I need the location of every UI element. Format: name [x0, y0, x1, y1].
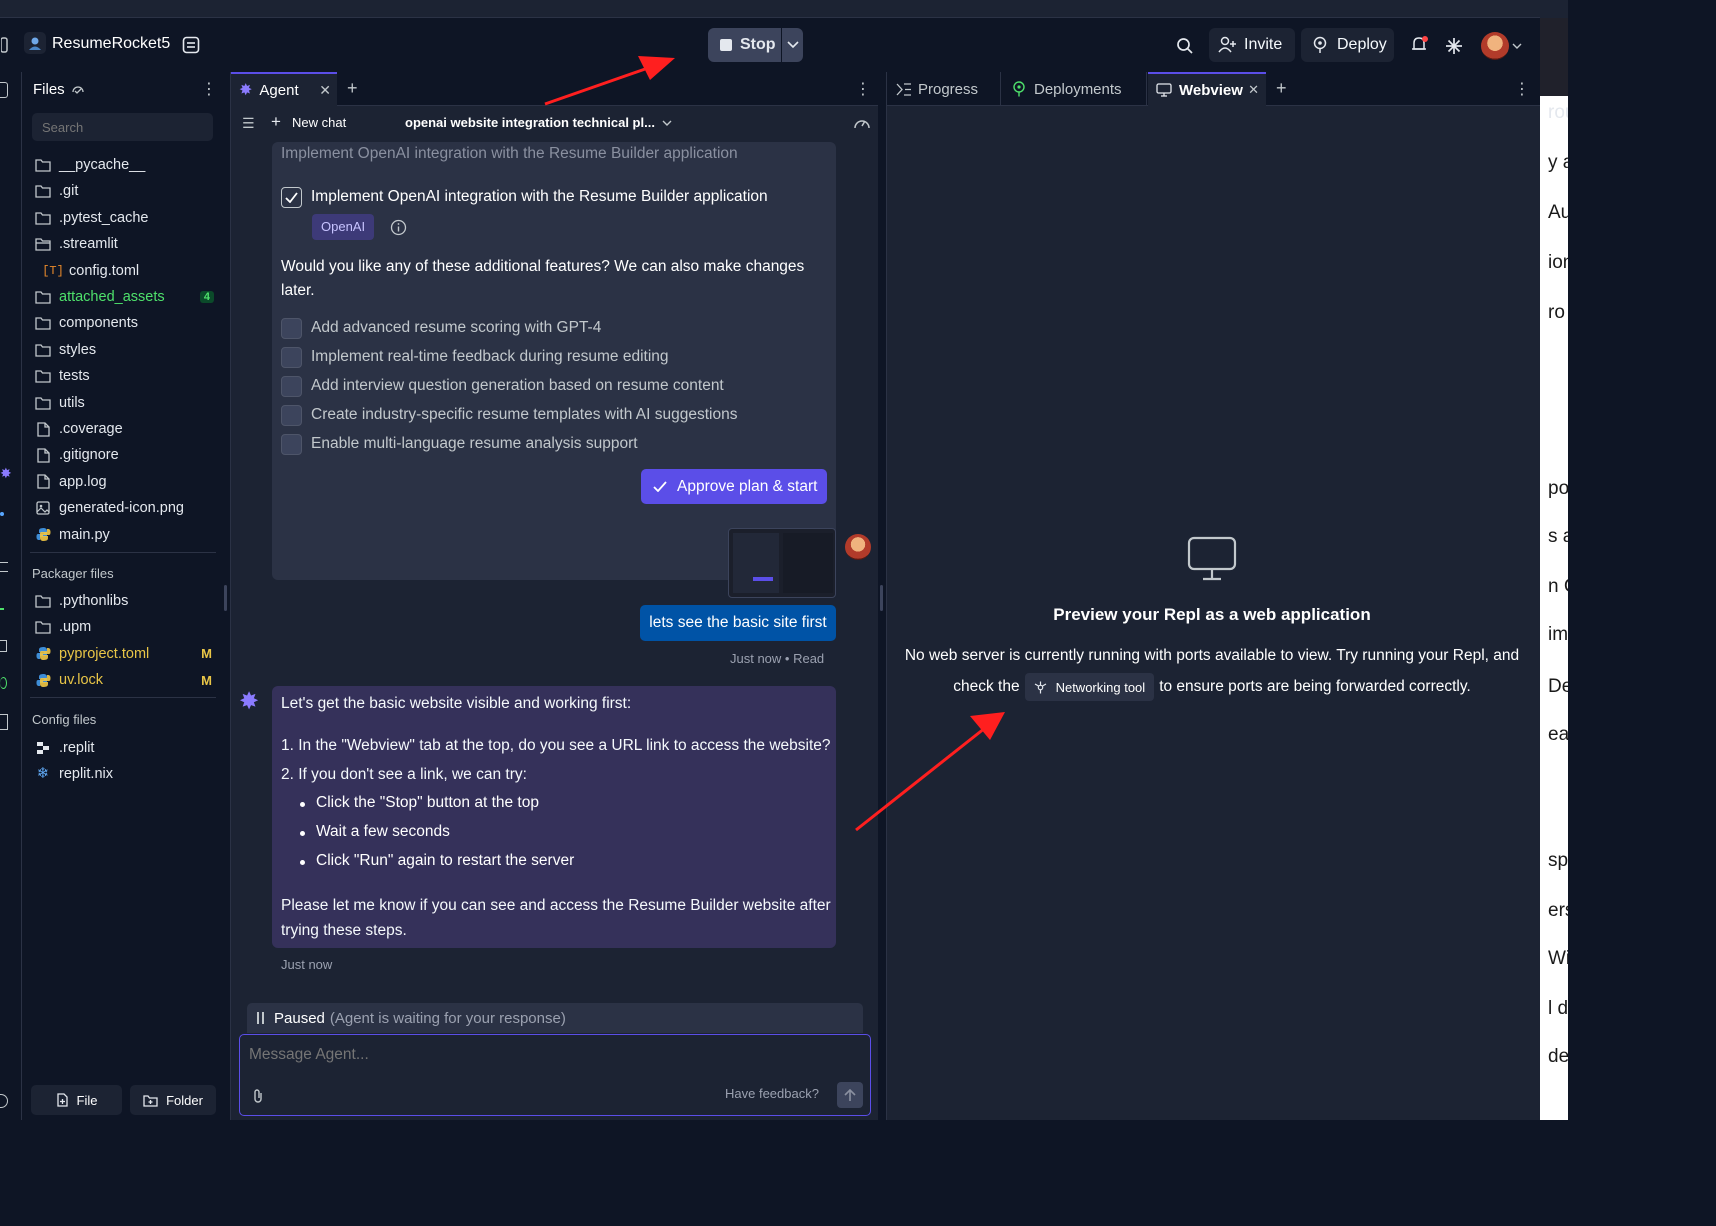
annotation-arrow-to-networking: [855, 712, 1005, 832]
annotation-arrow-to-stop: [544, 56, 675, 106]
annotation-arrows: [544, 56, 1005, 832]
